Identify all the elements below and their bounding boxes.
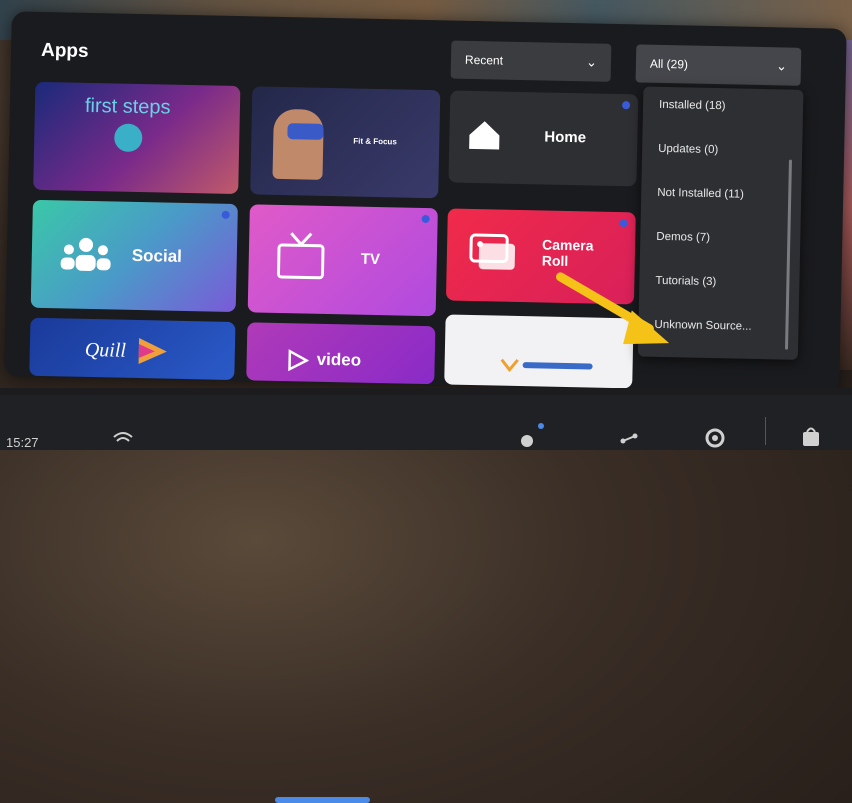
- filter-dropdown-label: All (29): [649, 56, 689, 72]
- chevron-down-icon: ⌄: [585, 54, 598, 70]
- character-illustration: [114, 123, 143, 153]
- new-badge: [621, 101, 631, 110]
- annotation-arrow-icon: [555, 272, 670, 345]
- new-badge: [619, 219, 628, 228]
- app-tile-first-steps[interactable]: first steps: [33, 81, 241, 195]
- person-vr-illustration: [272, 108, 324, 180]
- sort-dropdown-label: Recent: [464, 52, 504, 68]
- app-tile-home[interactable]: Home: [448, 90, 639, 187]
- tile-label: Camera Roll: [541, 236, 594, 270]
- tile-label: Quill: [84, 338, 127, 362]
- wifi-icon[interactable]: [112, 431, 134, 447]
- app-tile-social[interactable]: Social: [30, 199, 238, 313]
- play-icon: [288, 349, 309, 372]
- sort-dropdown[interactable]: Recent ⌄: [450, 40, 612, 82]
- chevron-down-icon: ⌄: [775, 58, 788, 74]
- menu-scrollbar[interactable]: [784, 159, 792, 350]
- tile-label: Social: [131, 245, 183, 266]
- menu-item-demos[interactable]: Demos (7): [656, 231, 710, 244]
- menu-item-updates[interactable]: Updates (0): [658, 143, 718, 156]
- new-badge: [221, 210, 230, 219]
- store-bag-icon[interactable]: [800, 425, 822, 447]
- app-tile-quill[interactable]: Quill: [29, 317, 236, 381]
- app-tile-video[interactable]: video: [246, 322, 436, 385]
- people-icon: [60, 237, 111, 271]
- tile-label: Fit & Focus: [353, 136, 397, 147]
- people-icon[interactable]: [515, 433, 539, 449]
- settings-gear-icon[interactable]: [704, 427, 726, 449]
- tile-label: first steps: [84, 94, 171, 119]
- home-icon: [469, 121, 500, 150]
- taskbar-divider: [765, 417, 766, 445]
- universal-menu-bar: 15:27: [0, 395, 852, 803]
- active-indicator: [275, 797, 370, 803]
- tile-label: Home: [544, 128, 587, 147]
- quill-logo-icon: [138, 338, 167, 365]
- filter-dropdown[interactable]: All (29) ⌄: [635, 44, 802, 86]
- menu-item-installed[interactable]: Installed (18): [659, 99, 726, 112]
- tv-icon: [276, 232, 325, 280]
- menu-item-not-installed[interactable]: Not Installed (11): [657, 187, 744, 201]
- app-tile-fit-focus[interactable]: Fit & Focus: [250, 86, 441, 199]
- new-badge: [421, 214, 430, 224]
- clock: 15:27: [6, 435, 39, 450]
- tile-label: video: [316, 349, 362, 370]
- share-icon[interactable]: [620, 433, 638, 449]
- notification-dot: [538, 423, 544, 429]
- page-title: Apps: [40, 39, 89, 62]
- app-logo-icon: [500, 358, 519, 373]
- tile-label: TV: [360, 250, 381, 269]
- app-wordmark: [522, 362, 593, 370]
- app-tile-tv[interactable]: TV: [247, 204, 438, 317]
- apps-panel: Apps Recent ⌄ All (29) ⌄ first steps Fit…: [4, 11, 847, 394]
- photos-icon: [469, 233, 516, 270]
- headset-illustration: [287, 123, 324, 140]
